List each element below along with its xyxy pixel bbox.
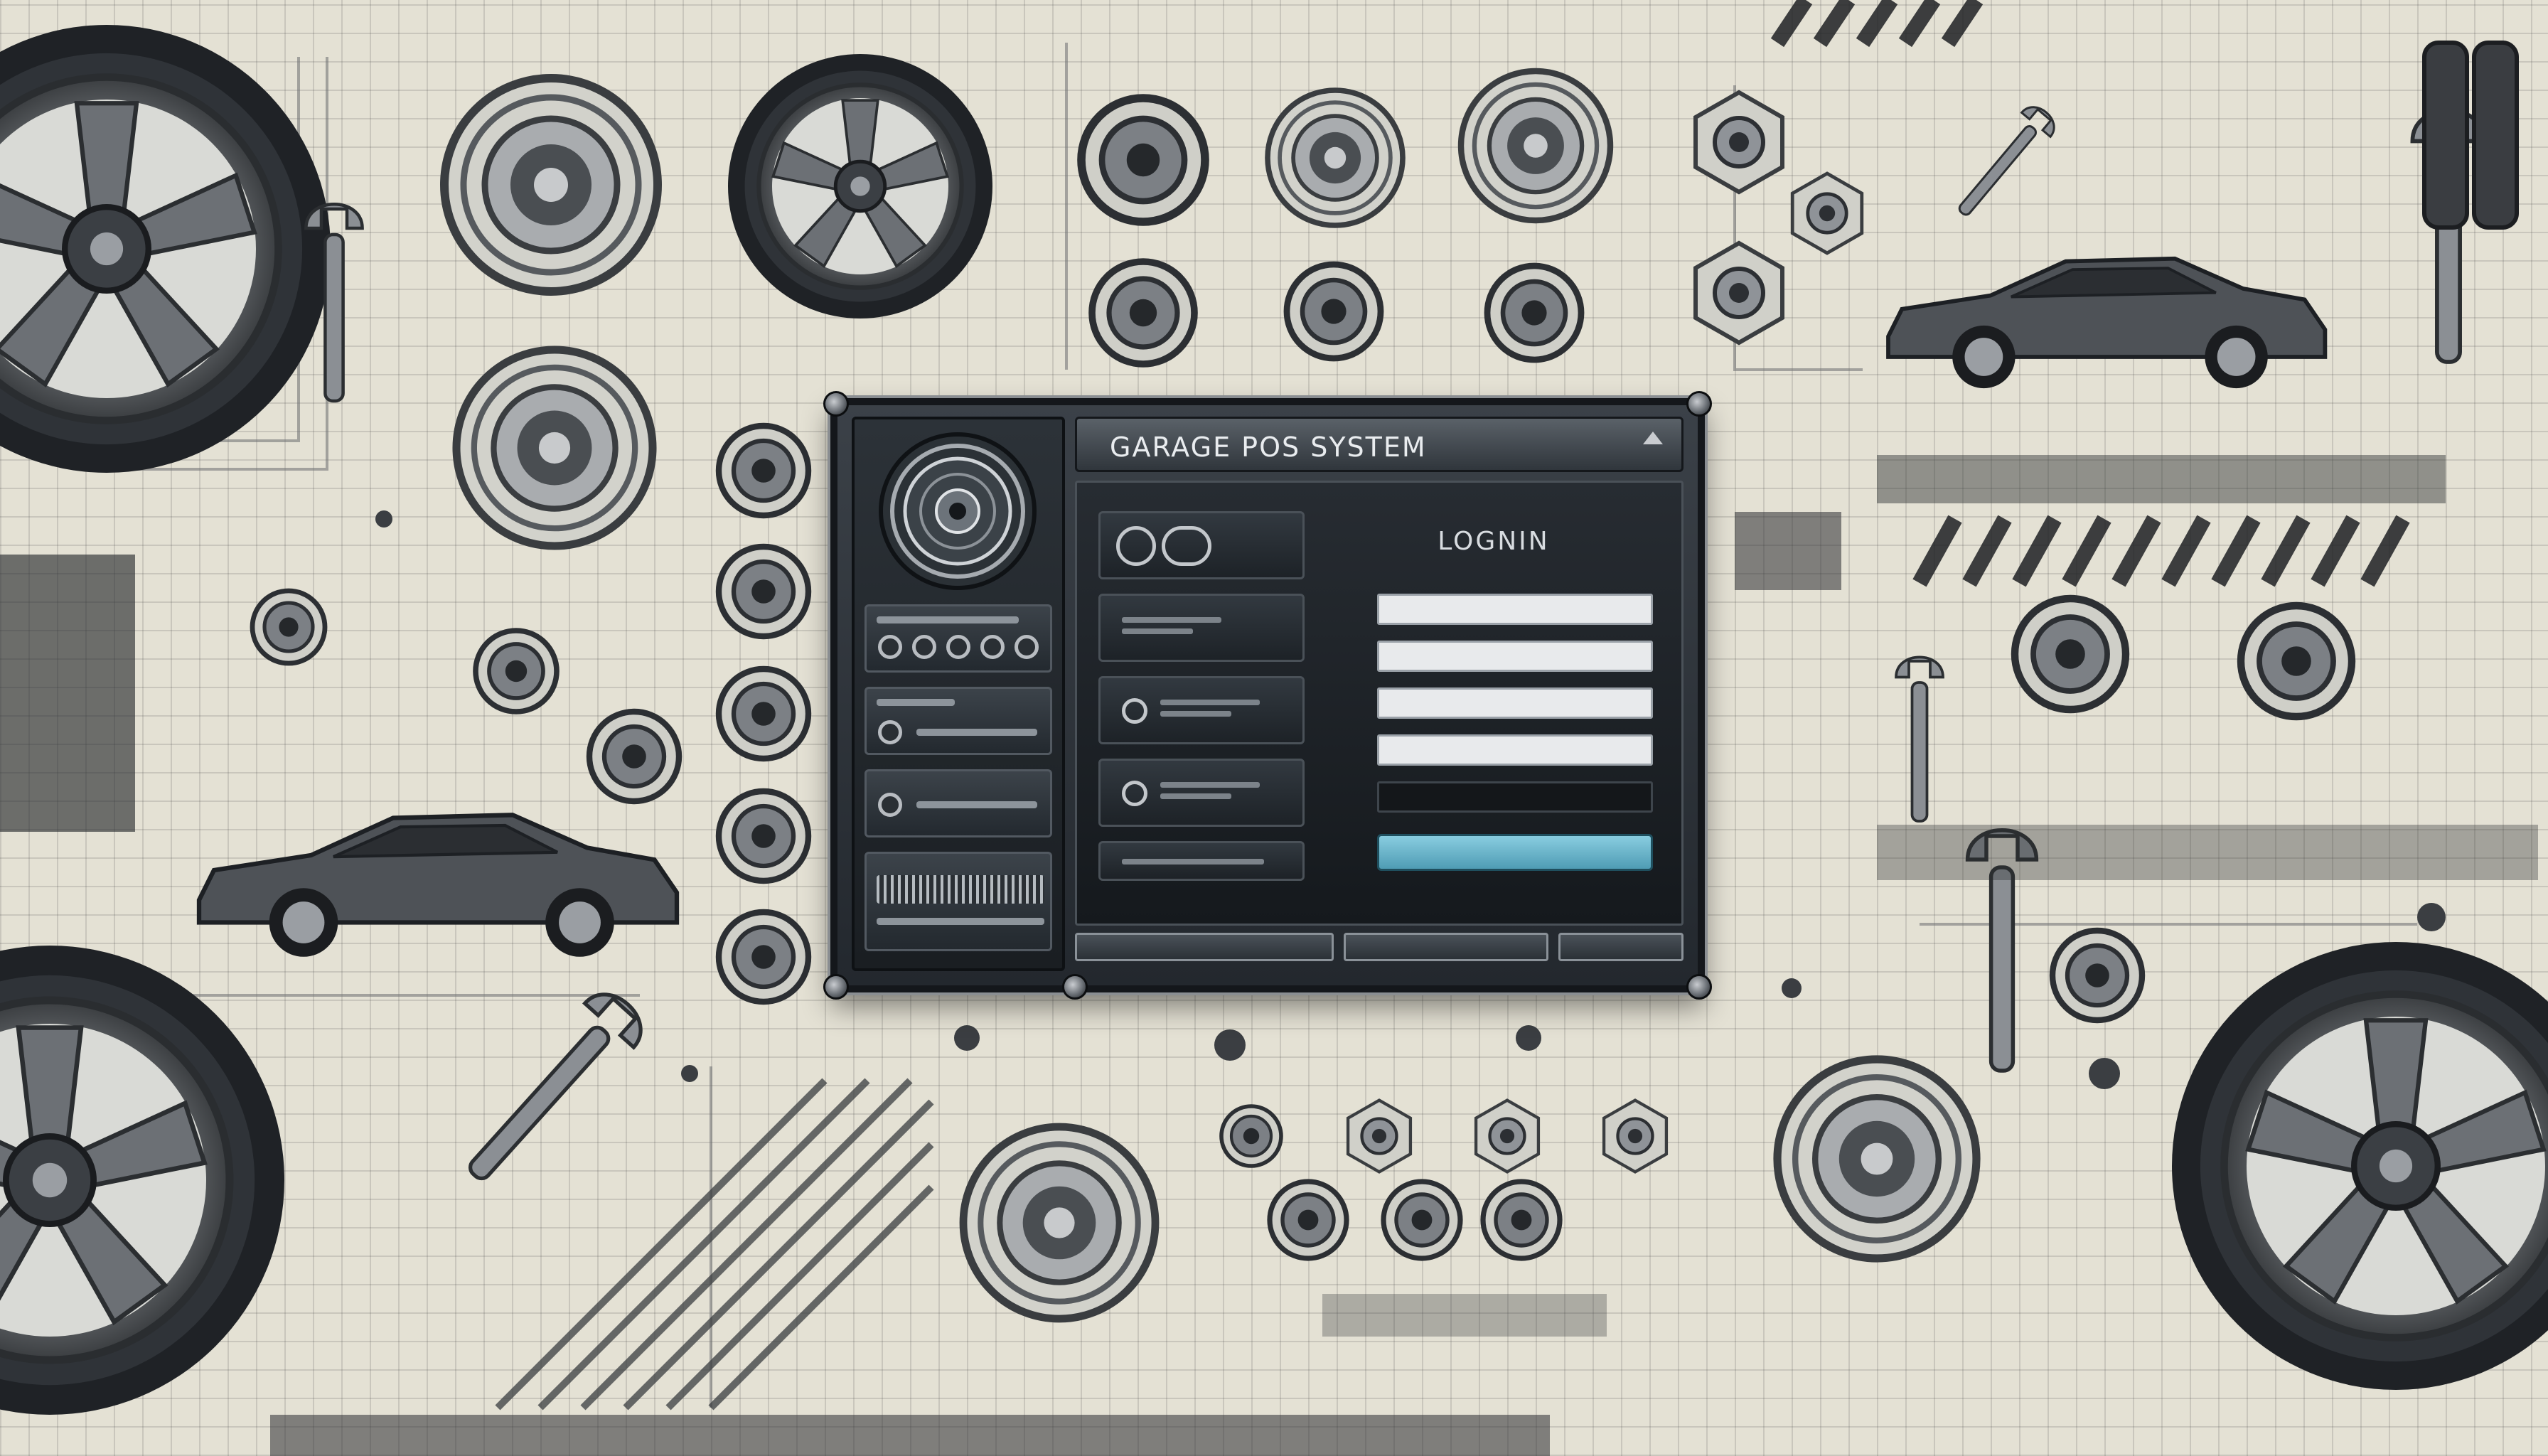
window-rivet — [823, 391, 849, 417]
menu-item-label — [1122, 859, 1264, 864]
main-content-area: LOGNIN — [1075, 481, 1684, 926]
menu-item[interactable] — [1098, 511, 1305, 579]
menu-item[interactable] — [1098, 841, 1305, 881]
login-field[interactable] — [1377, 781, 1653, 813]
window-title-bar: GARAGE POS SYSTEM — [1075, 417, 1684, 472]
left-gauge-panel — [852, 417, 1065, 971]
gear-icon — [879, 432, 1037, 590]
window-rivet — [1686, 391, 1712, 417]
login-field[interactable] — [1377, 734, 1653, 766]
menu-item[interactable] — [1098, 676, 1305, 744]
window-rivet — [1062, 974, 1088, 1000]
status-module — [864, 687, 1052, 755]
menu-item-label — [1122, 628, 1193, 634]
bottom-toolbar — [1075, 933, 1684, 971]
login-panel: LOGNIN — [1323, 494, 1664, 911]
login-field[interactable] — [1377, 687, 1653, 719]
garage-pos-screen: GARAGE POS SYSTEM LOGNIN — [0, 0, 2548, 1456]
status-module — [864, 769, 1052, 837]
status-module — [864, 604, 1052, 673]
menu-item[interactable] — [1098, 594, 1305, 662]
gear-icon — [1122, 698, 1147, 724]
menu-item[interactable] — [1098, 759, 1305, 827]
meter-module — [864, 852, 1052, 951]
menu-item-label — [1160, 782, 1260, 788]
chevron-up-icon[interactable] — [1643, 432, 1663, 444]
bottom-button[interactable] — [1558, 933, 1684, 961]
window-rivet — [823, 974, 849, 1000]
login-field[interactable] — [1377, 594, 1653, 625]
login-button[interactable] — [1377, 834, 1653, 871]
gauge-icon — [1162, 526, 1211, 566]
menu-item-label — [1160, 793, 1231, 799]
menu-column — [1098, 511, 1305, 909]
menu-item-label — [1122, 617, 1221, 623]
menu-item-label — [1160, 711, 1231, 717]
pos-login-window: GARAGE POS SYSTEM LOGNIN — [823, 391, 1712, 1000]
bottom-button[interactable] — [1344, 933, 1548, 961]
bottom-button[interactable] — [1075, 933, 1334, 961]
login-field[interactable] — [1377, 641, 1653, 672]
gear-icon — [1122, 781, 1147, 806]
window-rivet — [1686, 974, 1712, 1000]
window-title: GARAGE POS SYSTEM — [1110, 432, 1427, 463]
gauge-icon — [1116, 526, 1156, 566]
menu-item-label — [1160, 700, 1260, 705]
login-title: LOGNIN — [1438, 527, 1550, 556]
